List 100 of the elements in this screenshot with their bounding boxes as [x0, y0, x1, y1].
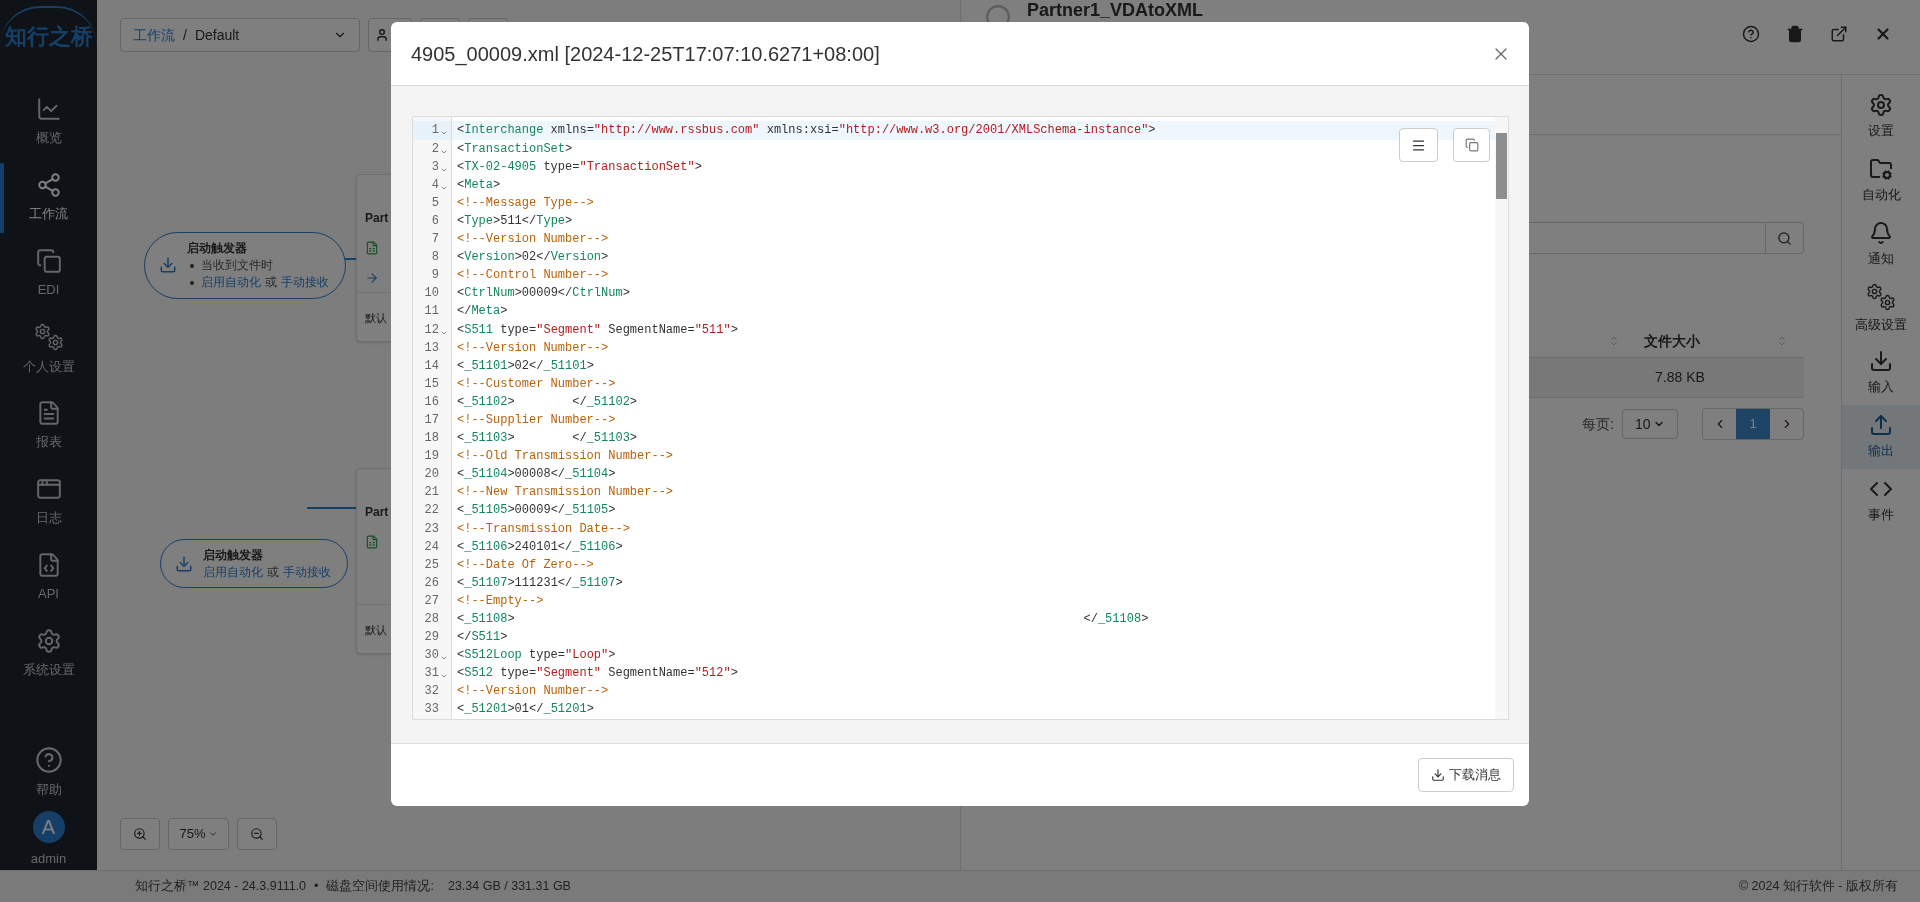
- code-line: <!--Message Type-->: [457, 194, 594, 212]
- code-line: <!--Customer Number-->: [457, 375, 616, 393]
- breadcrumb-separator: /: [183, 25, 187, 45]
- separator-text: •: [314, 878, 319, 896]
- line-number: 1: [431, 122, 439, 140]
- nav-item[interactable]: 报表: [0, 388, 97, 464]
- copy-button[interactable]: [1453, 128, 1490, 163]
- line-number: 5: [431, 194, 439, 212]
- zoom-level-dropdown[interactable]: 75%: [168, 818, 229, 850]
- nav-item[interactable]: 日志: [0, 464, 97, 540]
- line-number: 29: [424, 629, 439, 647]
- line-number: 26: [424, 574, 439, 592]
- card-title: Part: [365, 504, 389, 521]
- code-line: <_51108> </_51108>: [457, 611, 1149, 628]
- trigger-node[interactable]: 启动触发器 当收到文件时 启用自动化 或 手动接收: [144, 232, 346, 299]
- sort-icon[interactable]: [1608, 335, 1620, 347]
- nav-item[interactable]: 个人设置: [0, 312, 97, 388]
- zoom-in-button[interactable]: [120, 818, 160, 850]
- panel-tab[interactable]: 事件: [1842, 469, 1920, 533]
- nav-item[interactable]: API: [0, 540, 97, 616]
- line-number: 3: [431, 158, 439, 176]
- external-link-icon[interactable]: [1830, 25, 1848, 43]
- code-line: <!--Control Number-->: [457, 267, 609, 285]
- code-line: <!--Version Number-->: [457, 683, 609, 701]
- help-button[interactable]: 帮助: [0, 734, 97, 811]
- column-header[interactable]: 文件大小: [1620, 330, 1776, 352]
- card-footer-text: 默认: [365, 624, 387, 636]
- download-button[interactable]: 下载消息: [1418, 757, 1514, 792]
- line-number: 8: [431, 249, 439, 267]
- code-line: <S512Loop type="Loop">: [457, 647, 616, 665]
- link[interactable]: 启用自动化: [201, 274, 261, 292]
- nav-item[interactable]: 系统设置: [0, 616, 97, 692]
- version-text: 知行之桥™ 2024 - 24.3.9111.0: [135, 878, 307, 896]
- code-line: <CtrlNum>00009</CtrlNum>: [457, 285, 630, 303]
- trigger-title: 启动触发器: [203, 547, 264, 564]
- code-line: <!--Old Transmission Number-->: [457, 448, 674, 466]
- gears-icon: [1866, 283, 1896, 312]
- code-line: <!--Supplier Number-->: [457, 411, 616, 429]
- trigger-text: 或: [267, 565, 279, 580]
- trigger-node[interactable]: 启动触发器 启用自动化 或 手动接收: [160, 539, 348, 589]
- arrow-icon: [365, 271, 379, 285]
- settings-icon: [35, 628, 62, 655]
- file-icon: [365, 535, 379, 549]
- workflow-dropdown[interactable]: 工作流 / Default: [120, 18, 360, 52]
- connector-line: [306, 507, 359, 509]
- disk-label: 磁盘空间使用情况:: [326, 878, 434, 896]
- per-page-label: 每页:: [1582, 414, 1614, 434]
- code-line: <TransactionSet>: [457, 140, 573, 158]
- card-title: Part: [365, 210, 389, 227]
- panel-tab[interactable]: 通知: [1842, 213, 1920, 277]
- line-number: 13: [424, 339, 439, 357]
- panel-tab[interactable]: 输入: [1842, 341, 1920, 405]
- code-line: <!--Transmission Date-->: [457, 520, 630, 538]
- download-icon: [1431, 767, 1445, 782]
- nav-item[interactable]: 工作流: [0, 160, 97, 236]
- line-number: 14: [424, 357, 439, 375]
- page-button[interactable]: 1: [1736, 409, 1770, 439]
- code-line: </Meta>: [457, 303, 508, 321]
- panel-tab[interactable]: 设置: [1842, 85, 1920, 149]
- user-icon: [375, 28, 389, 42]
- code-line: <Version>02</Version>: [457, 249, 609, 267]
- copy-icon: [35, 248, 62, 275]
- zoom-in-icon: [133, 827, 147, 841]
- user-name: admin: [30, 849, 67, 868]
- code-line: <_51103> </_51103>: [457, 430, 638, 448]
- gears-icon: [33, 323, 64, 352]
- panel-tab[interactable]: 自动化: [1842, 149, 1920, 213]
- user-avatar[interactable]: A: [32, 810, 65, 843]
- copyright-text: © 2024 知行软件 - 版权所有: [1738, 878, 1898, 896]
- line-number: 20: [424, 466, 439, 484]
- code-line: <Meta>: [457, 176, 501, 194]
- panel-title: Partner1_VDAtoXML: [1027, 0, 1204, 20]
- scrollbar[interactable]: [1495, 117, 1508, 719]
- bell-icon: [1869, 221, 1893, 246]
- line-number: 18: [424, 430, 439, 448]
- nav-item[interactable]: 概览: [0, 84, 97, 160]
- dialog-title: 4905_00009.xml [2024-12-25T17:07:10.6271+08:00]: [411, 41, 880, 68]
- sort-icon[interactable]: [1776, 335, 1788, 347]
- line-number: 9: [431, 267, 439, 285]
- panel-tab[interactable]: 高级设置: [1842, 277, 1920, 341]
- link[interactable]: 启用自动化: [203, 564, 263, 582]
- caret-icon: [207, 829, 218, 839]
- code-line: <!--Version Number-->: [457, 231, 609, 249]
- per-page-select[interactable]: 10: [1622, 409, 1678, 439]
- help-icon[interactable]: [1742, 25, 1760, 43]
- close-icon[interactable]: [1874, 25, 1892, 43]
- breadcrumb-link[interactable]: 工作流: [133, 24, 175, 46]
- code-line: <Type>511</Type>: [457, 212, 573, 230]
- trash-icon[interactable]: [1786, 25, 1804, 43]
- table-cell-text: 7.88 KB: [1654, 368, 1706, 387]
- nav-item[interactable]: EDI: [0, 236, 97, 312]
- format-button[interactable]: [1399, 128, 1438, 163]
- help-icon: [34, 745, 63, 774]
- line-number: 10: [424, 285, 439, 303]
- line-number: 28: [424, 611, 439, 628]
- line-number: 31: [424, 665, 439, 683]
- zoom-out-button[interactable]: [237, 818, 277, 850]
- panel-tab[interactable]: 输出: [1842, 405, 1920, 469]
- link[interactable]: 手动接收: [281, 274, 329, 292]
- link[interactable]: 手动接收: [283, 564, 331, 582]
